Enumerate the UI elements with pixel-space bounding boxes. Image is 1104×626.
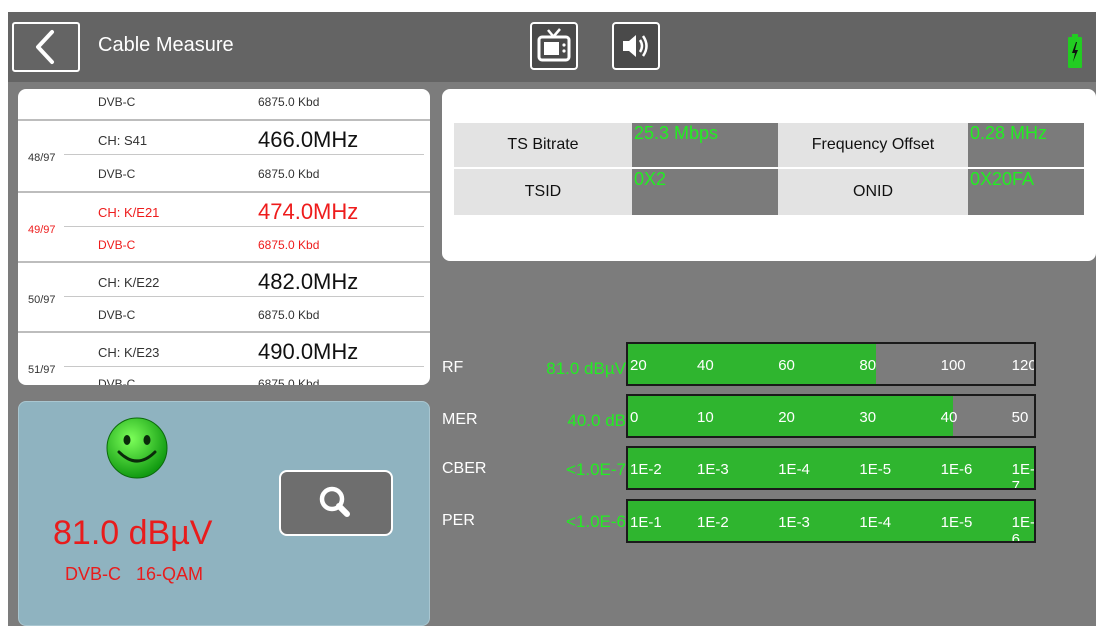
- meter-tick-label: 120: [1011, 357, 1036, 374]
- channel-frequency: 474.0MHz: [258, 199, 359, 224]
- search-icon: [319, 486, 350, 517]
- meter-tick-label: 50: [1011, 409, 1029, 426]
- smiley-icon: [106, 417, 168, 479]
- per-meter: 1E-1 1E-2 1E-3 1E-4 1E-5 1E-6: [626, 499, 1036, 543]
- meter-tick-label: 1E-4: [859, 514, 892, 531]
- search-button[interactable]: [279, 470, 393, 536]
- meter-tick-label: 20: [630, 357, 647, 374]
- channel-index: 50/97: [28, 294, 56, 306]
- channel-symbol-rate: 6875.0 Kbd: [258, 377, 320, 385]
- channel-symbol-rate: 6875.0 Kbd: [258, 95, 320, 109]
- meter-fill: [628, 344, 876, 384]
- channel-symbol-rate: 6875.0 Kbd: [258, 308, 320, 322]
- meter-tick-label: 60: [778, 357, 795, 374]
- meter-tick-label: 40: [940, 409, 958, 426]
- mer-meter: 0 10 20 30 40 50: [626, 394, 1036, 438]
- channel-item[interactable]: 48/97 CH: S41 466.0MHz DVB-C 6875.0 Kbd: [18, 121, 430, 191]
- meter-tick-label: 1E-3: [778, 514, 810, 531]
- rf-label: RF: [442, 359, 464, 376]
- standard-text: DVB-C: [65, 564, 122, 584]
- meter-tick-label: 30: [859, 409, 877, 426]
- meter-tick-label: 1E-2: [697, 514, 729, 531]
- channel-name: CH: S41: [98, 133, 148, 148]
- channel-index: 48/97: [28, 152, 56, 164]
- tv-icon: [537, 28, 571, 62]
- signal-info-panel: TS Bitrate 25.3 Mbps Frequency Offset 0.…: [442, 89, 1096, 261]
- per-value: <1.0E-6: [565, 512, 626, 531]
- rf-meter: 20 40 60 80 100 120: [626, 342, 1036, 386]
- tv-button[interactable]: [530, 22, 578, 70]
- mer-value: 40.0 dB: [567, 411, 626, 430]
- chevron-left-icon: [36, 30, 54, 64]
- meter-tick-label: 1E-5: [940, 514, 973, 531]
- modulation-readout: DVB-C 16-QAM: [65, 564, 203, 585]
- top-bar: Cable Measure: [8, 12, 1096, 82]
- frequency-offset-value: 0.28 MHz: [968, 123, 1084, 167]
- meter-tick-label: 1E-2: [630, 461, 662, 478]
- channel-frequency: 466.0MHz: [258, 127, 359, 152]
- channel-name: CH: K/E22: [98, 275, 160, 290]
- meter-tick-label: 1E-1: [630, 514, 662, 531]
- ts-bitrate-label: TS Bitrate: [454, 123, 632, 167]
- onid-label: ONID: [778, 169, 968, 215]
- sound-button[interactable]: [612, 22, 660, 70]
- channel-index: 51/97: [28, 364, 56, 376]
- modulation-text: 16-QAM: [136, 564, 204, 584]
- divider: [64, 226, 424, 227]
- divider: [64, 154, 424, 155]
- channel-item[interactable]: 50/97 CH: K/E22 482.0MHz DVB-C 6875.0 Kb…: [18, 263, 430, 331]
- meter-fill: [628, 448, 1034, 488]
- channel-name: CH: K/E21: [98, 205, 160, 220]
- meter-tick-label: 1E-7: [1011, 461, 1035, 490]
- speaker-icon: [623, 35, 648, 57]
- meter-tick-label: 1E-5: [859, 461, 892, 478]
- channel-frequency: 490.0MHz: [258, 339, 359, 364]
- meter-fill: [628, 501, 1034, 541]
- channel-standard: DVB-C: [98, 167, 136, 181]
- frequency-offset-label: Frequency Offset: [778, 123, 968, 167]
- tsid-value: 0X2: [632, 169, 778, 215]
- channel-standard: DVB-C: [98, 238, 136, 252]
- divider: [64, 296, 424, 297]
- meter-tick-label: 1E-6: [1011, 514, 1035, 543]
- meter-tick-label: 1E-4: [778, 461, 810, 478]
- meter-tick-label: 0: [630, 409, 639, 426]
- meter-tick-label: 20: [778, 409, 795, 426]
- mer-label: MER: [442, 411, 478, 428]
- meter-tick-label: 40: [697, 357, 714, 374]
- cber-value: <1.0E-7: [565, 460, 626, 479]
- channel-standard: DVB-C: [98, 95, 136, 109]
- meter-tick-label: 10: [697, 409, 714, 426]
- battery-icon: [1068, 34, 1082, 68]
- divider: [64, 366, 424, 367]
- cber-meter: 1E-2 1E-3 1E-4 1E-5 1E-6 1E-7: [626, 446, 1036, 490]
- meter-tick-label: 80: [859, 357, 877, 374]
- rf-value: 81.0 dBµV: [546, 359, 626, 378]
- page-title: Cable Measure: [98, 34, 234, 56]
- screen: Cable Measure DVB-C 6875.0 Kbd 48/97 CH:…: [8, 12, 1096, 626]
- channel-index: 49/97: [28, 224, 56, 236]
- signal-level-readout: 81.0 dBµV: [53, 514, 213, 552]
- meter-tick-label: 100: [940, 357, 966, 374]
- channel-list[interactable]: DVB-C 6875.0 Kbd 48/97 CH: S41 466.0MHz …: [18, 89, 430, 385]
- channel-frequency: 482.0MHz: [258, 269, 359, 294]
- channel-standard: DVB-C: [98, 377, 136, 385]
- status-panel: 81.0 dBµV DVB-C 16-QAM: [18, 401, 430, 626]
- channel-standard: DVB-C: [98, 308, 136, 322]
- cber-label: CBER: [442, 460, 487, 477]
- ts-bitrate-value: 25.3 Mbps: [632, 123, 778, 167]
- channel-item[interactable]: 51/97 CH: K/E23 490.0MHz DVB-C 6875.0 Kb…: [18, 333, 430, 385]
- channel-name: CH: K/E23: [98, 345, 160, 360]
- tsid-label: TSID: [454, 169, 632, 215]
- onid-value: 0X20FA: [968, 169, 1084, 215]
- meter-tick-label: 1E-6: [940, 461, 973, 478]
- channel-item-selected[interactable]: 49/97 CH: K/E21 474.0MHz DVB-C 6875.0 Kb…: [18, 193, 430, 261]
- back-button[interactable]: [12, 22, 80, 72]
- meter-tick-label: 1E-3: [697, 461, 729, 478]
- channel-symbol-rate: 6875.0 Kbd: [258, 167, 320, 181]
- per-label: PER: [442, 512, 475, 529]
- channel-symbol-rate: 6875.0 Kbd: [258, 238, 320, 252]
